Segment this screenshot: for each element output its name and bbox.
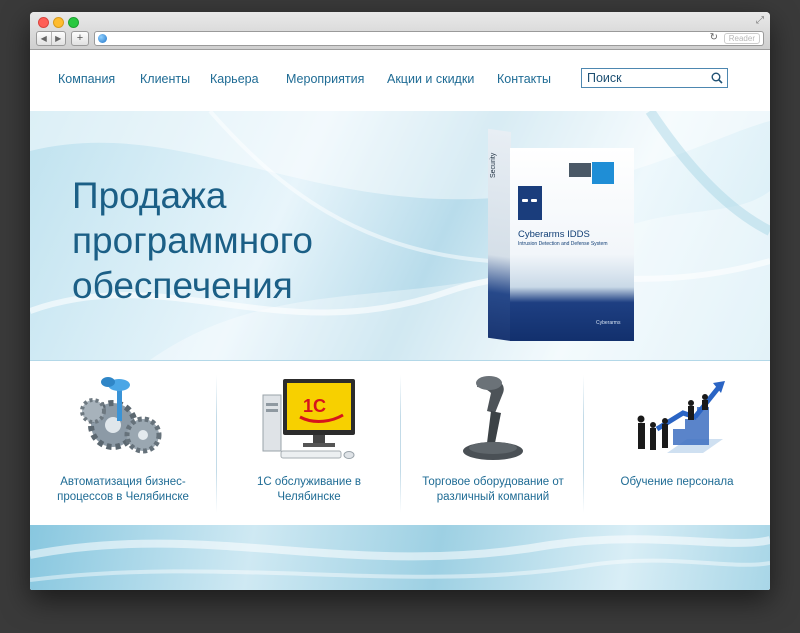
search-icon[interactable] — [711, 72, 723, 84]
hero-title-line: обеспечения — [72, 265, 293, 306]
computer-1c-icon: 1C — [262, 379, 355, 459]
zoom-window-button[interactable] — [68, 17, 79, 28]
team-growth-icon — [637, 381, 725, 453]
feature-trade-equipment[interactable]: Торговое оборудование от различный компа… — [400, 361, 586, 526]
feature-label: Автоматизация бизнес-процессов в Челябин… — [57, 476, 189, 503]
back-button[interactable]: ◀ — [37, 32, 51, 45]
mask-logo-icon — [518, 186, 542, 220]
feature-label: Обучение персонала — [620, 476, 734, 488]
globe-icon — [98, 34, 107, 43]
fullscreen-icon[interactable]: ⤢ — [756, 15, 764, 26]
features-section: Автоматизация бизнес-процессов в Челябин… — [30, 360, 770, 525]
nav-link-events[interactable]: Мероприятия — [286, 72, 364, 86]
windows-logo-label — [569, 163, 591, 177]
svg-text:1C: 1C — [303, 396, 326, 416]
barcode-scanner-icon — [463, 376, 523, 460]
product-name: Cyberarms IDDS — [518, 229, 590, 240]
hero-title-line: Продажа — [72, 175, 227, 216]
browser-toolbar: ⤢ ◀ ▶ + ↻ Reader — [30, 12, 770, 50]
product-box-image[interactable]: Security Cyberarms IDDS Intrusion Detect… — [488, 128, 634, 350]
hero-title-line: программного — [72, 220, 313, 261]
hero-banner: Продажа программного обеспечения Securit… — [30, 111, 770, 360]
forward-button[interactable]: ▶ — [50, 32, 66, 45]
nav-link-company[interactable]: Компания — [58, 72, 115, 86]
hero-title: Продажа программного обеспечения — [72, 173, 392, 308]
feature-label: Торговое оборудование от различный компа… — [422, 476, 564, 503]
windows-icon — [592, 162, 614, 184]
minimize-window-button[interactable] — [53, 17, 64, 28]
new-tab-button[interactable]: + — [71, 31, 89, 46]
feature-label: 1С обслуживание в Челябинске — [256, 476, 362, 503]
nav-link-careers[interactable]: Карьера — [210, 72, 259, 86]
feature-automation[interactable]: Автоматизация бизнес-процессов в Челябин… — [30, 361, 216, 526]
product-side-word: Security — [490, 152, 497, 178]
nav-link-promotions[interactable]: Акции и скидки — [387, 72, 474, 86]
footer-swirl — [30, 535, 770, 582]
search-placeholder: Поиск — [587, 71, 622, 85]
close-window-button[interactable] — [38, 17, 49, 28]
feature-1c-service[interactable]: 1C 1С обслуживание в Челябинске — [216, 361, 402, 526]
reload-icon[interactable]: ↻ — [710, 32, 718, 43]
nav-link-clients[interactable]: Клиенты — [140, 72, 190, 86]
gears-key-icon — [80, 377, 162, 454]
footer-decorative-band — [30, 525, 770, 590]
reader-button[interactable]: Reader — [723, 33, 760, 44]
history-nav: ◀ ▶ — [36, 31, 66, 46]
nav-link-contacts[interactable]: Контакты — [497, 72, 551, 86]
feature-training[interactable]: Обучение персонала — [584, 361, 770, 526]
product-subtitle: Intrusion Detection and Defense System — [518, 241, 608, 247]
search-input[interactable]: Поиск — [581, 68, 728, 88]
product-brand: Cyberarms — [596, 320, 621, 326]
browser-window: ⤢ ◀ ▶ + ↻ Reader Компания Клиенты Карьер… — [30, 12, 770, 590]
address-bar[interactable]: ↻ Reader — [94, 31, 764, 46]
